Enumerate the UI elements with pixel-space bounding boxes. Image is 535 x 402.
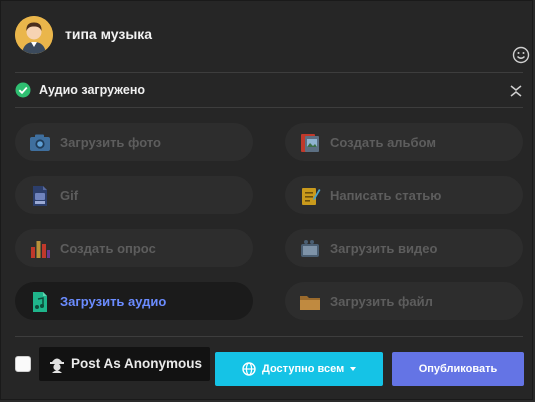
caret-down-icon xyxy=(350,367,356,371)
privacy-dropdown[interactable]: Доступно всем xyxy=(215,352,383,386)
anonymous-icon xyxy=(49,355,65,373)
gif-button[interactable]: Gif xyxy=(15,176,253,214)
option-label: Загрузить фото xyxy=(60,135,161,150)
publish-button[interactable]: Опубликовать xyxy=(392,352,524,386)
upload-status: Аудио загружено xyxy=(15,81,523,101)
smiley-icon[interactable] xyxy=(512,46,530,64)
option-label: Загрузить файл xyxy=(330,294,433,309)
option-label: Gif xyxy=(60,188,79,203)
divider xyxy=(15,336,523,337)
camera-icon xyxy=(29,132,51,154)
folder-icon xyxy=(299,291,321,313)
collapse-icon[interactable] xyxy=(509,84,523,98)
divider xyxy=(15,72,523,73)
post-composer: типа музыка Аудио загружено Загрузить фо… xyxy=(0,0,533,400)
create-poll-button[interactable]: Создать опрос xyxy=(15,229,253,267)
option-label: Загрузить видео xyxy=(330,241,438,256)
check-circle-icon xyxy=(15,82,31,98)
upload-audio-button[interactable]: Загрузить аудио xyxy=(15,282,253,320)
user-avatar[interactable] xyxy=(15,16,53,54)
audio-file-icon xyxy=(29,291,51,313)
publish-label: Опубликовать xyxy=(418,363,498,375)
option-label: Загрузить аудио xyxy=(60,294,167,309)
photo-album-icon xyxy=(299,132,321,154)
privacy-label: Доступно всем xyxy=(262,363,345,375)
option-label: Создать опрос xyxy=(60,241,156,256)
upload-photo-button[interactable]: Загрузить фото xyxy=(15,123,253,161)
article-icon xyxy=(299,185,321,207)
post-anonymous-toggle[interactable]: Post As Anonymous xyxy=(39,347,210,381)
poll-icon xyxy=(29,238,51,260)
gif-file-icon xyxy=(29,185,51,207)
video-icon xyxy=(299,238,321,260)
status-label: Аудио загружено xyxy=(39,83,146,97)
upload-video-button[interactable]: Загрузить видео xyxy=(285,229,523,267)
option-label: Написать статью xyxy=(330,188,442,203)
divider xyxy=(15,107,523,108)
option-label: Создать альбом xyxy=(330,135,436,150)
upload-file-button[interactable]: Загрузить файл xyxy=(285,282,523,320)
anonymous-checkbox[interactable] xyxy=(15,356,31,372)
anonymous-label: Post As Anonymous xyxy=(71,356,203,371)
globe-icon xyxy=(242,362,256,376)
write-article-button[interactable]: Написать статью xyxy=(285,176,523,214)
post-header: типа музыка xyxy=(15,16,530,64)
create-album-button[interactable]: Создать альбом xyxy=(285,123,523,161)
post-text[interactable]: типа музыка xyxy=(65,26,152,42)
